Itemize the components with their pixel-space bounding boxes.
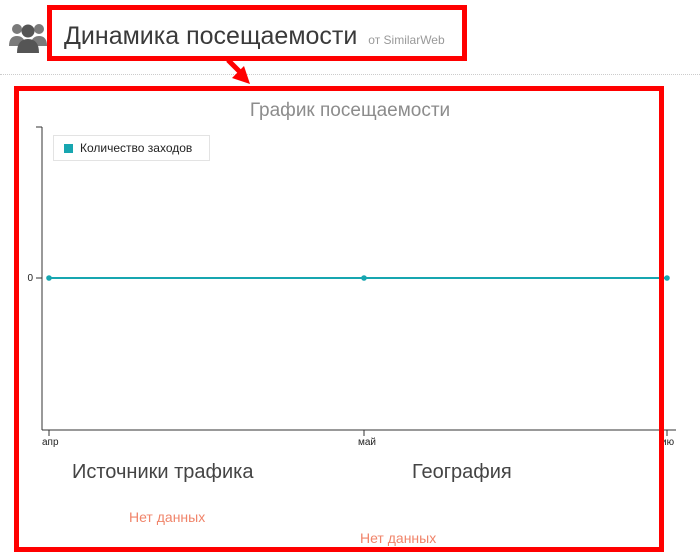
data-point[interactable] [664, 275, 670, 281]
annotation-box-header [47, 5, 467, 61]
annotation-box-chart [14, 86, 664, 552]
annotation-arrow [226, 58, 250, 84]
